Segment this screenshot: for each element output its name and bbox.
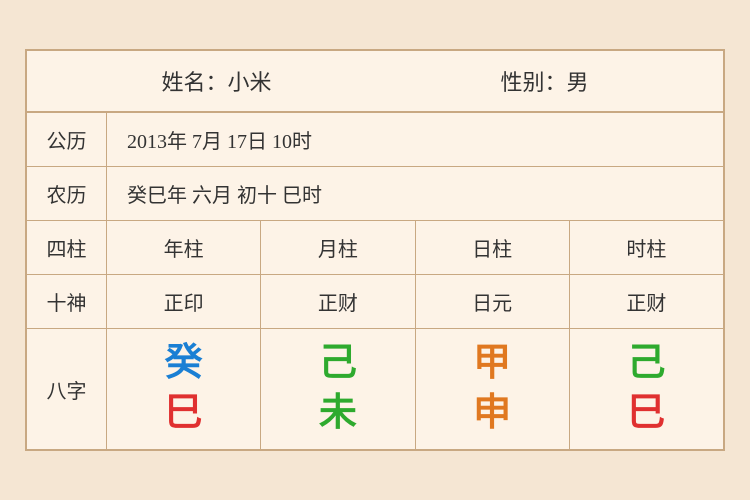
header-row: 姓名：小米 性别：男 — [27, 51, 723, 113]
gregorian-value: 2013年 7月 17日 10时 — [107, 113, 723, 166]
gender-label: 性别：男 — [500, 65, 588, 97]
gregorian-row: 公历 2013年 7月 17日 10时 — [27, 113, 723, 167]
shishen-ri: 日元 — [416, 275, 570, 328]
shishen-label: 十神 — [27, 275, 107, 328]
bazhi-yue-top: 己 — [319, 341, 357, 387]
lunar-row: 农历 癸巳年 六月 初十 巳时 — [27, 167, 723, 221]
shishen-yue: 正财 — [261, 275, 415, 328]
shishen-row: 十神 正印 正财 日元 正财 — [27, 275, 723, 329]
shishen-nian: 正印 — [107, 275, 261, 328]
sizhu-label: 四柱 — [27, 221, 107, 274]
sizhu-yue: 月柱 — [261, 221, 415, 274]
bazhi-nian-top: 癸 — [165, 341, 203, 387]
sizhu-shi: 时柱 — [570, 221, 723, 274]
sizhu-nian: 年柱 — [107, 221, 261, 274]
bazhi-shi: 己 巳 — [570, 329, 723, 448]
bazhi-yue-bottom: 未 — [319, 391, 357, 437]
bazhi-nian-bottom: 巳 — [165, 391, 203, 437]
bazhi-shi-top: 己 — [627, 341, 665, 387]
bazhi-yue: 己 未 — [261, 329, 415, 448]
bazhi-shi-bottom: 巳 — [627, 391, 665, 437]
lunar-value: 癸巳年 六月 初十 巳时 — [107, 167, 723, 220]
name-label: 姓名：小米 — [161, 65, 271, 97]
bazhi-label: 八字 — [27, 329, 107, 448]
bazhi-row: 八字 癸 巳 己 未 甲 申 己 巳 — [27, 329, 723, 448]
bazhi-ri: 甲 申 — [416, 329, 570, 448]
bazhi-nian: 癸 巳 — [107, 329, 261, 448]
sizhu-ri: 日柱 — [416, 221, 570, 274]
sizhu-row: 四柱 年柱 月柱 日柱 时柱 — [27, 221, 723, 275]
lunar-label: 农历 — [27, 167, 107, 220]
gregorian-label: 公历 — [27, 113, 107, 166]
bazhi-ri-top: 甲 — [473, 341, 511, 387]
main-container: 姓名：小米 性别：男 公历 2013年 7月 17日 10时 农历 癸巳年 六月… — [25, 49, 725, 450]
bazhi-ri-bottom: 申 — [473, 391, 511, 437]
shishen-shi: 正财 — [570, 275, 723, 328]
